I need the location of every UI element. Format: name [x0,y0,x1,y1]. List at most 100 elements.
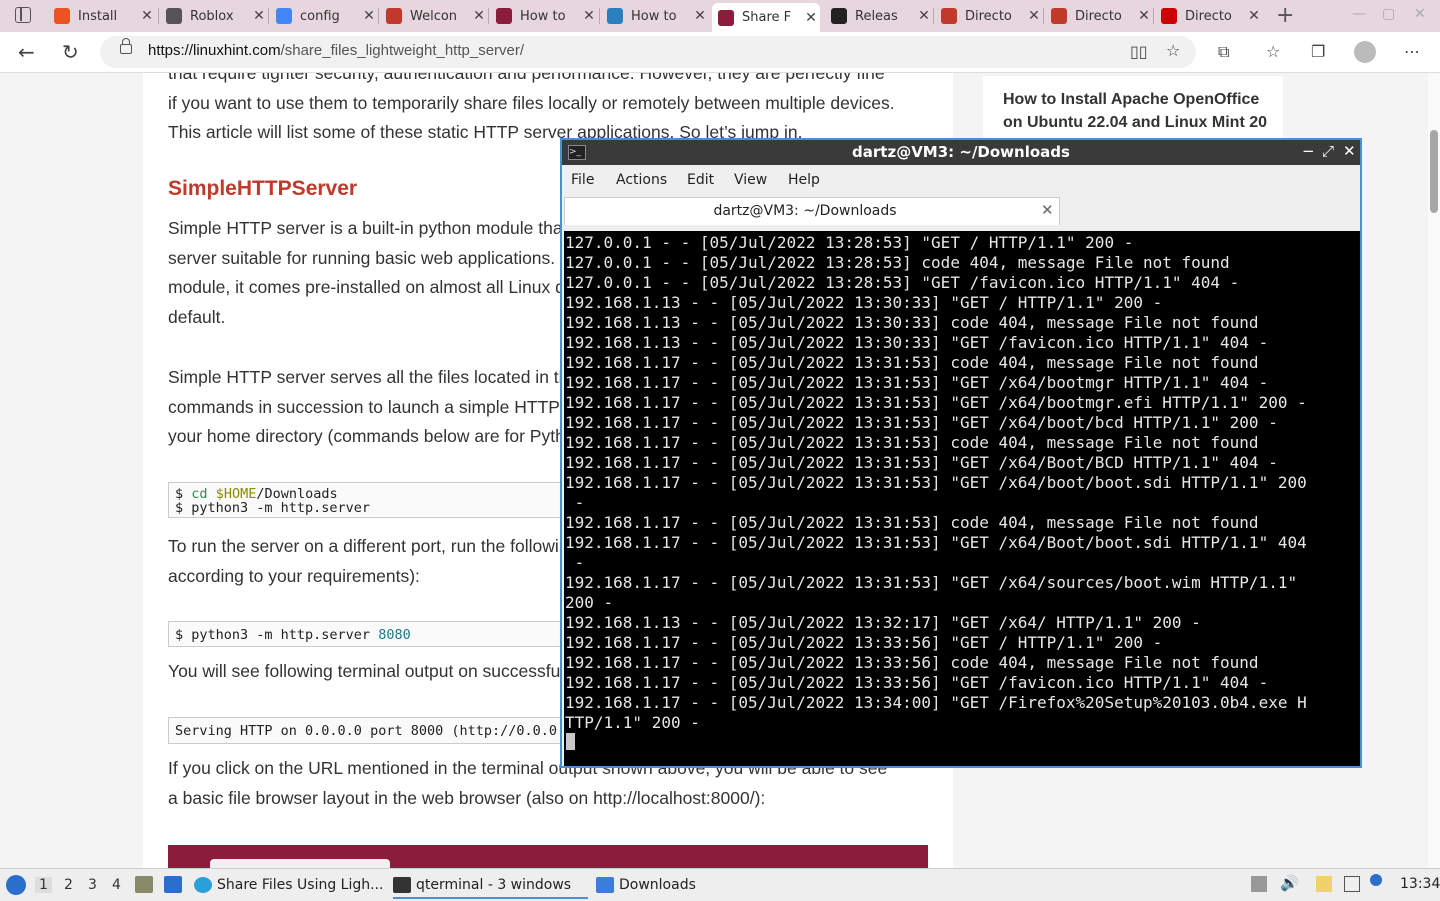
tab-label: Share F [742,10,792,25]
menu-help[interactable]: Help [788,172,820,188]
clipboard-icon[interactable] [1251,876,1267,892]
browser-tab[interactable]: Directo ✕ [935,3,1043,29]
display-icon[interactable] [1344,876,1360,892]
close-tab-icon[interactable]: ✕ [360,8,378,24]
terminal-output[interactable]: 127.0.0.1 - - [05/Jul/2022 13:28:53] "GE… [564,231,1360,766]
tab-separator [1153,8,1154,24]
new-tab-button[interactable]: + [1276,3,1294,28]
document-icon [386,8,402,24]
reader-mode-icon[interactable]: ▯▯ [1130,42,1148,61]
file-manager-launcher-icon[interactable] [135,876,153,893]
profile-avatar[interactable] [1354,41,1376,63]
tab-label: Releas [855,8,898,24]
task-label: Share Files Using Ligh... [217,877,384,893]
task-terminal[interactable]: qterminal - 3 windows [393,873,588,899]
url-text[interactable]: https://linuxhint.com/share_files_lightw… [148,42,524,59]
more-menu-icon[interactable]: ⋯ [1404,42,1420,61]
scrollbar-thumb[interactable] [1430,130,1438,213]
notes-icon[interactable] [1316,876,1332,892]
close-tab-icon[interactable]: ✕ [691,8,709,24]
close-window-icon[interactable]: ✕ [1414,6,1426,22]
screenshot-image [168,845,928,868]
maximize-icon[interactable]: ⤢ [1322,142,1334,160]
text-line: if you want to use them to temporarily s… [168,92,895,113]
tab-separator [1043,8,1044,24]
terminal-titlebar[interactable]: >_ dartz@VM3: ~/Downloads − ⤢ ✕ [562,140,1360,165]
lock-icon[interactable] [120,38,132,54]
tab-label: Directo [965,8,1012,24]
document-icon [941,8,957,24]
task-browser[interactable]: Share Files Using Ligh... [194,873,383,897]
terminal-text: 127.0.0.1 - - [05/Jul/2022 13:28:53] "GE… [565,233,1307,732]
back-arrow-icon[interactable]: ← [18,40,35,64]
menu-view[interactable]: View [734,172,767,188]
tab-label: Directo [1075,8,1122,24]
close-tab-icon[interactable]: ✕ [1041,201,1054,219]
browser-tab[interactable]: Directo ✕ [1155,3,1263,29]
tab-actions-icon[interactable] [15,7,31,23]
task-label: qterminal - 3 windows [416,877,572,893]
task-downloads[interactable]: Downloads [596,873,696,897]
browser-tab[interactable]: Install ✕ [48,3,156,29]
workspace-3[interactable]: 3 [88,877,97,893]
taskbar: 1 2 3 4 Share Files Using Ligh... qtermi… [0,868,1440,901]
clock[interactable]: 13:34 [1400,876,1440,892]
menu-file[interactable]: File [571,172,594,188]
close-tab-icon[interactable]: ✕ [250,8,268,24]
workspace-2[interactable]: 2 [64,877,73,893]
section-heading: SimpleHTTPServer [168,177,358,200]
close-icon[interactable]: ✕ [1343,142,1356,160]
close-tab-icon[interactable]: ✕ [1245,8,1263,24]
close-tab-icon[interactable]: ✕ [138,8,156,24]
minimize-icon[interactable]: — [1352,6,1366,22]
tab-separator [599,8,600,24]
browser-tab[interactable]: Releas ✕ [825,3,933,29]
browser-tab[interactable]: Welcon ✕ [380,3,488,29]
browser-tab[interactable]: Roblox ✕ [160,3,268,29]
related-post-title[interactable]: How to Install Apache OpenOffice on Ubun… [1003,88,1273,134]
terminal-tab-label[interactable]: dartz@VM3: ~/Downloads [565,203,1045,219]
close-tab-icon[interactable]: ✕ [802,10,820,26]
browser-tab[interactable]: How to ✕ [601,3,709,29]
folder-icon [596,877,614,893]
browser-tab[interactable]: Directo ✕ [1045,3,1153,29]
tab-label: How to [520,8,566,24]
maximize-icon[interactable]: ▢ [1382,6,1395,22]
desktop-launcher-icon[interactable] [164,876,182,893]
tab-label: Roblox [190,8,234,24]
tab-separator [933,8,934,24]
start-menu-icon[interactable] [6,875,26,895]
tab-separator [378,8,379,24]
volume-icon[interactable]: 🔊 [1280,874,1299,892]
extensions-icon[interactable]: ⧉ [1218,42,1229,62]
close-tab-icon[interactable]: ✕ [1135,8,1153,24]
close-tab-icon[interactable]: ✕ [915,8,933,24]
text-line: that require tighter security, authentic… [168,73,885,83]
notification-icon[interactable] [1370,874,1382,886]
terminal-tab[interactable]: dartz@VM3: ~/Downloads ✕ [564,197,1060,225]
document-icon [1051,8,1067,24]
terminal-window: >_ dartz@VM3: ~/Downloads − ⤢ ✕ File Act… [560,138,1362,768]
navigation-bar: ← ↻ https://linuxhint.com/share_files_li… [0,32,1440,73]
workspace-1[interactable]: 1 [35,877,52,893]
close-tab-icon[interactable]: ✕ [1025,8,1043,24]
tab-label: How to [631,8,677,24]
menu-actions[interactable]: Actions [616,172,667,188]
collections-icon[interactable]: ❐ [1311,42,1325,61]
tab-label: Install [78,8,118,24]
favorites-icon[interactable]: ☆ [1266,42,1280,61]
close-tab-icon[interactable]: ✕ [470,8,488,24]
browser-tab[interactable]: How to ✕ [490,3,598,29]
reload-icon[interactable]: ↻ [62,40,79,64]
workspace-4[interactable]: 4 [112,877,121,893]
close-tab-icon[interactable]: ✕ [580,8,598,24]
menu-edit[interactable]: Edit [687,172,714,188]
minimize-icon[interactable]: − [1302,142,1315,160]
address-bar[interactable]: https://linuxhint.com/share_files_lightw… [100,36,1196,68]
task-label: Downloads [619,877,696,893]
browser-tab[interactable]: Share F ✕ [712,3,820,32]
browser-tab[interactable]: config ✕ [270,3,378,29]
add-favorite-icon[interactable]: ☆ [1166,41,1180,60]
tab-label: config [300,8,340,24]
terminal-icon [393,877,411,893]
